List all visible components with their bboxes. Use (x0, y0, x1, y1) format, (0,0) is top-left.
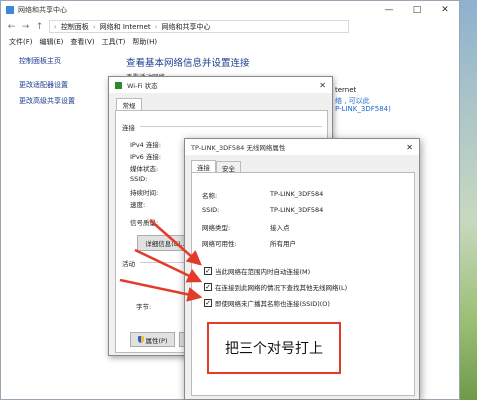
breadcrumb-control-panel[interactable]: 控制面板 (61, 22, 89, 32)
connection-type: ternet (335, 86, 357, 94)
signal-quality-label: 信号质量: (130, 219, 159, 227)
up-arrow-icon[interactable]: ↑ (35, 22, 44, 32)
properties-button-label: 属性(P) (145, 336, 168, 345)
sidebar: 控制面板主页 更改适配器设置 更改高级共享设置 (19, 56, 75, 106)
ssid-label: SSID: (202, 206, 220, 214)
wifi-status-close-button[interactable]: ✕ (319, 81, 332, 90)
look-other-networks-label: 在连接到此网络的情况下查找其他无线网络(L) (215, 284, 348, 292)
uac-shield-icon (137, 336, 144, 343)
back-arrow-icon[interactable]: ← (7, 22, 16, 32)
hidden-ssid-option[interactable]: ✓ 即使网络未广播其名称也连接(SSID)(O) (204, 298, 330, 308)
breadcrumb-separator: › (92, 22, 96, 31)
wifi-status-title: Wi-Fi 状态 (127, 82, 158, 90)
window-title: 网络和共享中心 (18, 5, 67, 14)
network-type-value: 接入点 (270, 224, 290, 232)
availability-value: 所有用户 (270, 240, 296, 248)
hidden-ssid-checkbox[interactable]: ✓ (204, 299, 212, 307)
wifi-signal-icon (115, 81, 122, 89)
bytes-label: 字节: (136, 303, 152, 311)
address-row: ← → ↑ › 控制面板 › 网络和 Internet › 网络和共享中心 (1, 18, 459, 35)
window-controls: — □ ✕ (375, 1, 459, 18)
speed-label: 速度: (130, 201, 146, 209)
menu-help[interactable]: 帮助(H) (132, 37, 157, 47)
connection-link-wifi[interactable]: P-LINK_3DF584) (335, 105, 391, 113)
media-state-label: 媒体状态: (130, 165, 159, 173)
availability-label: 网络可用性: (202, 240, 237, 248)
properties-title-bar: TP-LINK_3DF584 无线网络属性 ✕ (185, 139, 419, 155)
hidden-ssid-label: 即使网络未广播其名称也连接(SSID)(O) (215, 300, 330, 308)
look-other-networks-option[interactable]: ✓ 在连接到此网络的情况下查找其他无线网络(L) (204, 282, 347, 292)
auto-connect-checkbox[interactable]: ✓ (204, 267, 212, 275)
properties-close-button[interactable]: ✕ (406, 143, 419, 152)
menu-bar: 文件(F) 编辑(E) 查看(V) 工具(T) 帮助(H) (1, 35, 459, 49)
network-type-label: 网络类型: (202, 224, 231, 232)
connection-group-label: 连接 (122, 124, 135, 132)
group-divider (140, 126, 322, 127)
forward-arrow-icon[interactable]: → (21, 22, 30, 32)
properties-button[interactable]: 属性(P) (130, 332, 175, 347)
breadcrumb-network-internet[interactable]: 网络和 Internet (100, 22, 151, 32)
breadcrumb-network-center[interactable]: 网络和共享中心 (161, 22, 210, 32)
wifi-status-title-bar: Wi-Fi 状态 ✕ (109, 77, 332, 93)
page-title: 查看基本网络信息并设置连接 (126, 58, 250, 69)
close-button[interactable]: ✕ (431, 1, 459, 18)
ipv4-label: IPv4 连接: (130, 141, 162, 149)
auto-connect-option[interactable]: ✓ 当此网络在范围内时自动连接(M) (204, 266, 310, 276)
ipv6-label: IPv6 连接: (130, 153, 162, 161)
sidebar-control-panel-home[interactable]: 控制面板主页 (19, 56, 75, 66)
network-center-icon (6, 5, 14, 14)
look-other-networks-checkbox[interactable]: ✓ (204, 283, 212, 291)
minimize-button[interactable]: — (375, 1, 403, 18)
menu-view[interactable]: 查看(V) (70, 37, 94, 47)
name-label: 名称: (202, 192, 218, 200)
menu-edit[interactable]: 编辑(E) (40, 37, 64, 47)
sidebar-item-adapter-settings[interactable]: 更改适配器设置 (19, 80, 75, 90)
sidebar-item-advanced-sharing[interactable]: 更改高级共享设置 (19, 96, 75, 106)
annotation-box: 把三个对号打上 (207, 322, 341, 374)
ssid-label: SSID: (130, 175, 148, 183)
name-value: TP-LINK_3DF584 (270, 190, 324, 198)
breadcrumb-separator: › (54, 22, 57, 31)
properties-title: TP-LINK_3DF584 无线网络属性 (191, 144, 286, 152)
activity-group-label: 活动 (122, 260, 135, 268)
duration-label: 持续时间: (130, 189, 159, 197)
auto-connect-label: 当此网络在范围内时自动连接(M) (215, 268, 311, 276)
ssid-value: TP-LINK_3DF584 (270, 206, 324, 214)
maximize-button[interactable]: □ (403, 1, 431, 18)
breadcrumb-separator: › (154, 22, 158, 31)
menu-tools[interactable]: 工具(T) (102, 37, 126, 47)
menu-file[interactable]: 文件(F) (9, 37, 33, 47)
title-bar: 网络和共享中心 — □ ✕ (1, 1, 459, 18)
address-bar[interactable]: › 控制面板 › 网络和 Internet › 网络和共享中心 (49, 20, 349, 33)
